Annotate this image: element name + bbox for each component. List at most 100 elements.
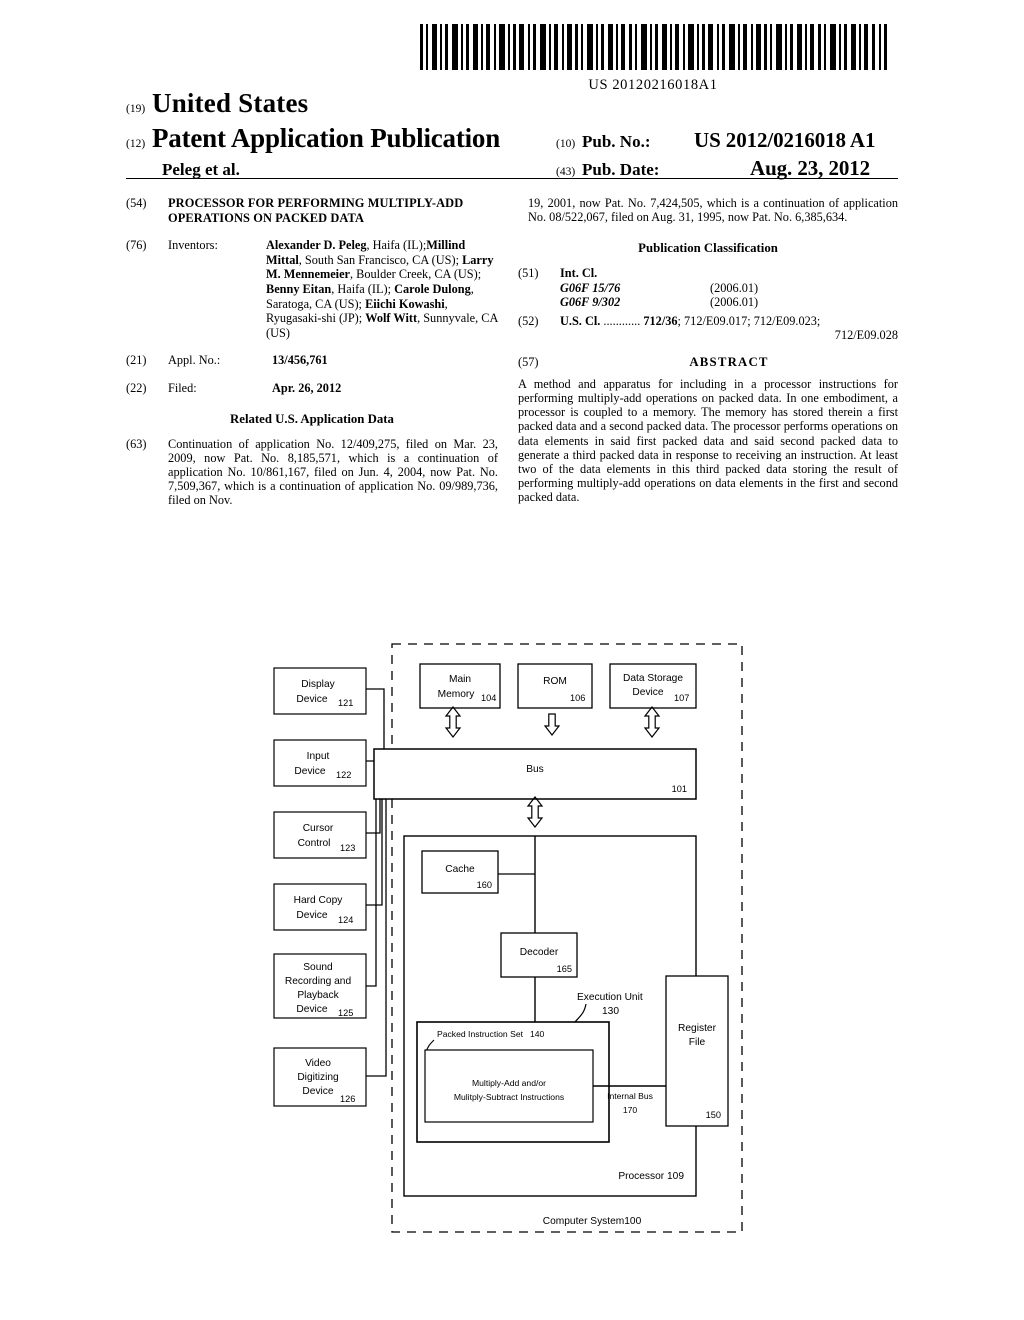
execution-unit-ref: 130 bbox=[602, 1006, 619, 1017]
sound-ref: 125 bbox=[338, 1008, 353, 1018]
masthead-doctype-row: (12) Patent Application Publication (10)… bbox=[126, 123, 898, 154]
inventor-name: Wolf Witt bbox=[365, 311, 418, 326]
processor-label: Processor 109 bbox=[618, 1171, 684, 1182]
publication-classification-heading: Publication Classification bbox=[638, 241, 778, 256]
country-title: United States bbox=[152, 88, 309, 118]
input-device-line2: Device bbox=[294, 766, 325, 777]
main-memory-ref: 104 bbox=[481, 693, 496, 703]
decoder-ref: 165 bbox=[557, 964, 572, 974]
applicant-name: Peleg et al. bbox=[162, 160, 240, 179]
filed-label: Filed: bbox=[168, 381, 197, 396]
data-storage-line2: Device bbox=[632, 687, 663, 698]
code-51: (51) bbox=[518, 266, 539, 281]
inventors-label: Inventors: bbox=[168, 238, 218, 253]
register-file-line2: File bbox=[689, 1037, 706, 1048]
display-device-line1: Display bbox=[301, 679, 335, 690]
inventor-name: Alexander D. Peleg bbox=[266, 238, 367, 253]
document-type-title: Patent Application Publication bbox=[152, 123, 501, 153]
code-63: (63) bbox=[126, 436, 147, 451]
int-cl-label: Int. Cl. bbox=[560, 266, 598, 281]
related-application-text: Continuation of application No. 12/409,2… bbox=[168, 436, 498, 507]
bus-label: Bus bbox=[526, 764, 544, 775]
inventor-location: , South San Francisco, CA (US); bbox=[298, 252, 463, 267]
int-cl-block: (51) Int. Cl. G06F 15/76 (2006.01) G06F 9/… bbox=[518, 266, 898, 309]
code-12: (12) bbox=[126, 138, 146, 150]
data-storage-line1: Data Storage bbox=[623, 673, 683, 684]
computer-system-label: Computer System100 bbox=[543, 1216, 642, 1227]
packed-instruction-set-label: Packed Instruction Set bbox=[437, 1029, 524, 1039]
bus-ref: 101 bbox=[672, 784, 687, 794]
invention-title: PROCESSOR FOR PERFORMING MULTIPLY-ADD OP… bbox=[168, 196, 464, 225]
invention-title-block: (54) PROCESSOR FOR PERFORMING MULTIPLY-A… bbox=[126, 196, 498, 225]
internal-bus-label: Internal Bus bbox=[607, 1091, 653, 1101]
abstract-text: A method and apparatus for including in … bbox=[518, 376, 898, 505]
masthead: (19) United States (12) Patent Applicati… bbox=[126, 88, 898, 181]
masthead-country-row: (19) United States bbox=[126, 88, 898, 119]
packed-instruction-set-ref: 140 bbox=[530, 1029, 545, 1039]
inventors-block: (76) Inventors: Alexander D. Peleg, Haif… bbox=[126, 238, 498, 340]
main-memory-line2: Memory bbox=[438, 689, 476, 700]
code-43: (43) bbox=[556, 166, 576, 178]
filed-block: (22) Filed: Apr. 26, 2012 bbox=[126, 381, 498, 395]
int-cl-version: (2006.01) bbox=[710, 295, 759, 310]
decoder-label: Decoder bbox=[520, 947, 559, 958]
video-ref: 126 bbox=[340, 1094, 355, 1104]
instructions-line2: Mulitply-Subtract Instructions bbox=[454, 1092, 564, 1102]
left-column: (54) PROCESSOR FOR PERFORMING MULTIPLY-A… bbox=[126, 196, 498, 520]
inventor-location: , Haifa (IL); bbox=[331, 281, 395, 296]
cache-ref: 160 bbox=[477, 880, 492, 890]
data-storage-ref: 107 bbox=[674, 693, 689, 703]
inventor-name: Carole Dulong bbox=[394, 281, 471, 296]
block-diagram-svg: Display Device 121 Input Device 122 Curs… bbox=[273, 643, 743, 1233]
abstract-heading: ABSTRACT bbox=[689, 354, 769, 369]
code-22: (22) bbox=[126, 381, 147, 396]
video-line1: Video bbox=[305, 1058, 331, 1069]
inventor-name: Benny Eitan bbox=[266, 281, 332, 296]
register-file-box bbox=[665, 975, 729, 1127]
code-21: (21) bbox=[126, 353, 147, 368]
hard-copy-line1: Hard Copy bbox=[294, 895, 344, 906]
us-cl-line-2: 712/E09.028 bbox=[834, 327, 898, 342]
hard-copy-ref: 124 bbox=[338, 915, 353, 925]
us-cl-dots: ............ bbox=[600, 313, 644, 328]
abstract-heading-block: (57) ABSTRACT bbox=[518, 355, 898, 369]
video-line2: Digitizing bbox=[297, 1072, 339, 1083]
inventor-location: , Haifa (IL); bbox=[366, 238, 427, 253]
code-19: (19) bbox=[126, 103, 146, 115]
input-device-ref: 122 bbox=[336, 770, 351, 780]
video-line3: Device bbox=[302, 1086, 333, 1097]
sound-line1: Sound bbox=[303, 962, 333, 973]
data-storage-bus-arrow bbox=[644, 706, 660, 738]
pub-date-label: Pub. Date: bbox=[582, 160, 660, 179]
appl-no-value: 13/456,761 bbox=[272, 353, 328, 368]
inventor-name: Eiichi Kowashi bbox=[365, 296, 445, 311]
us-cl-label: U.S. Cl. bbox=[560, 313, 601, 328]
sound-line4: Device bbox=[296, 1004, 327, 1015]
int-cl-rows: G06F 15/76 (2006.01) G06F 9/302 (2006.01) bbox=[560, 281, 898, 309]
figure-block-diagram: Display Device 121 Input Device 122 Curs… bbox=[262, 636, 762, 1256]
int-cl-code: G06F 15/76 bbox=[560, 281, 621, 296]
peripheral-boxes bbox=[273, 667, 367, 1107]
us-cl-primary: 712/36 bbox=[643, 313, 678, 328]
sound-line3: Playback bbox=[297, 990, 339, 1001]
code-54: (54) bbox=[126, 196, 147, 210]
barcode-image bbox=[420, 24, 887, 70]
execution-unit-label: Execution Unit bbox=[577, 992, 643, 1003]
us-cl-line-1: U.S. Cl. ............ 712/36; 712/E09.01… bbox=[560, 314, 898, 328]
pub-no-label: Pub. No.: bbox=[582, 132, 651, 151]
pub-no-value: US 2012/0216018 A1 bbox=[694, 128, 876, 152]
filed-value: Apr. 26, 2012 bbox=[272, 381, 342, 396]
display-device-line2: Device bbox=[296, 694, 327, 705]
barcode-block: US 20120216018A1 bbox=[418, 24, 888, 94]
hard-copy-line2: Device bbox=[296, 910, 327, 921]
rom-label: ROM bbox=[543, 676, 567, 687]
cache-label: Cache bbox=[445, 864, 475, 875]
code-76: (76) bbox=[126, 238, 147, 253]
internal-bus-ref: 170 bbox=[623, 1105, 638, 1115]
appl-no-block: (21) Appl. No.: 13/456,761 bbox=[126, 353, 498, 367]
code-57: (57) bbox=[518, 354, 539, 369]
rom-bus-arrow bbox=[544, 713, 560, 736]
int-cl-row: G06F 9/302 (2006.01) bbox=[560, 295, 898, 309]
related-data-heading: Related U.S. Application Data bbox=[230, 411, 394, 426]
code-10: (10) bbox=[556, 138, 576, 150]
